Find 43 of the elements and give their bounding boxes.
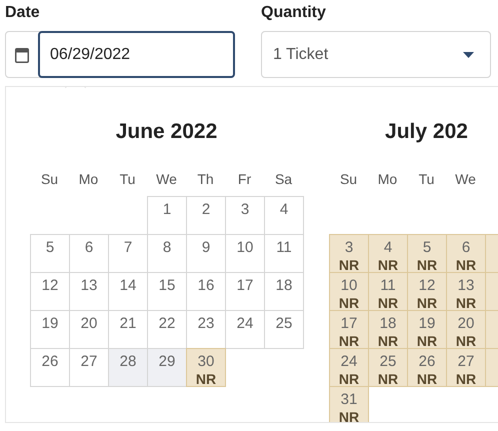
day-cell[interactable]: 11 NR bbox=[368, 272, 408, 311]
weekday-label: Fr bbox=[236, 170, 252, 189]
day-cell[interactable]: 17 NR bbox=[329, 310, 369, 349]
weekday-label: Th bbox=[196, 170, 215, 189]
day-cell[interactable]: 10 NR bbox=[329, 272, 369, 311]
day-cell[interactable]: 29 bbox=[147, 348, 187, 387]
day-cell[interactable]: 28 bbox=[108, 348, 148, 387]
day-cell[interactable]: 5 NR bbox=[407, 234, 447, 273]
day-cell[interactable]: 25 bbox=[264, 310, 304, 349]
weekday-label: We bbox=[155, 170, 178, 189]
weekday-label: We bbox=[454, 170, 477, 189]
month-title: July 202 bbox=[384, 119, 469, 145]
day-cell[interactable]: 4 NR bbox=[368, 234, 408, 273]
day-cell[interactable]: 25 NR bbox=[368, 348, 408, 387]
day-cell[interactable]: 30 NR bbox=[186, 348, 226, 387]
weekday-label: Mo bbox=[78, 170, 100, 189]
day-cell[interactable]: 1 bbox=[147, 196, 187, 235]
day-cell[interactable]: 19 NR bbox=[407, 310, 447, 349]
weekday-label: Tu bbox=[418, 170, 436, 189]
day-cell[interactable]: 12 NR bbox=[407, 272, 447, 311]
field-label: Quantity bbox=[261, 4, 327, 22]
day-cell[interactable]: 13 NR bbox=[446, 272, 486, 311]
day-cell[interactable]: 5 bbox=[30, 234, 70, 273]
day-cell[interactable]: 26 bbox=[30, 348, 70, 387]
field-label: Date bbox=[5, 4, 41, 22]
day-cell[interactable]: 4 bbox=[264, 196, 304, 235]
day-cell[interactable]: 18 NR bbox=[368, 310, 408, 349]
weekday-label: Tu bbox=[118, 170, 136, 189]
month-title: June 2022 bbox=[114, 119, 218, 145]
day-cell[interactable]: 26 NR bbox=[407, 348, 447, 387]
weekday-label: Su bbox=[338, 170, 358, 189]
day-cell[interactable]: 20 NR bbox=[446, 310, 486, 349]
day-cell[interactable]: 6 NR bbox=[446, 234, 486, 273]
day-cell[interactable]: 27 NR bbox=[446, 348, 486, 387]
weekday-label: Su bbox=[40, 170, 60, 189]
day-cell[interactable]: 3 NR bbox=[329, 234, 369, 273]
day-cell[interactable]: 31 NR bbox=[329, 386, 369, 422]
caret-icon bbox=[463, 52, 474, 58]
calendar-icon bbox=[15, 46, 29, 62]
weekday-label: Mo bbox=[376, 170, 398, 189]
day-cell[interactable]: 24 NR bbox=[329, 348, 369, 387]
weekday-label: Sa bbox=[274, 170, 294, 189]
quantity-select[interactable]: 1 Ticket bbox=[261, 31, 491, 78]
